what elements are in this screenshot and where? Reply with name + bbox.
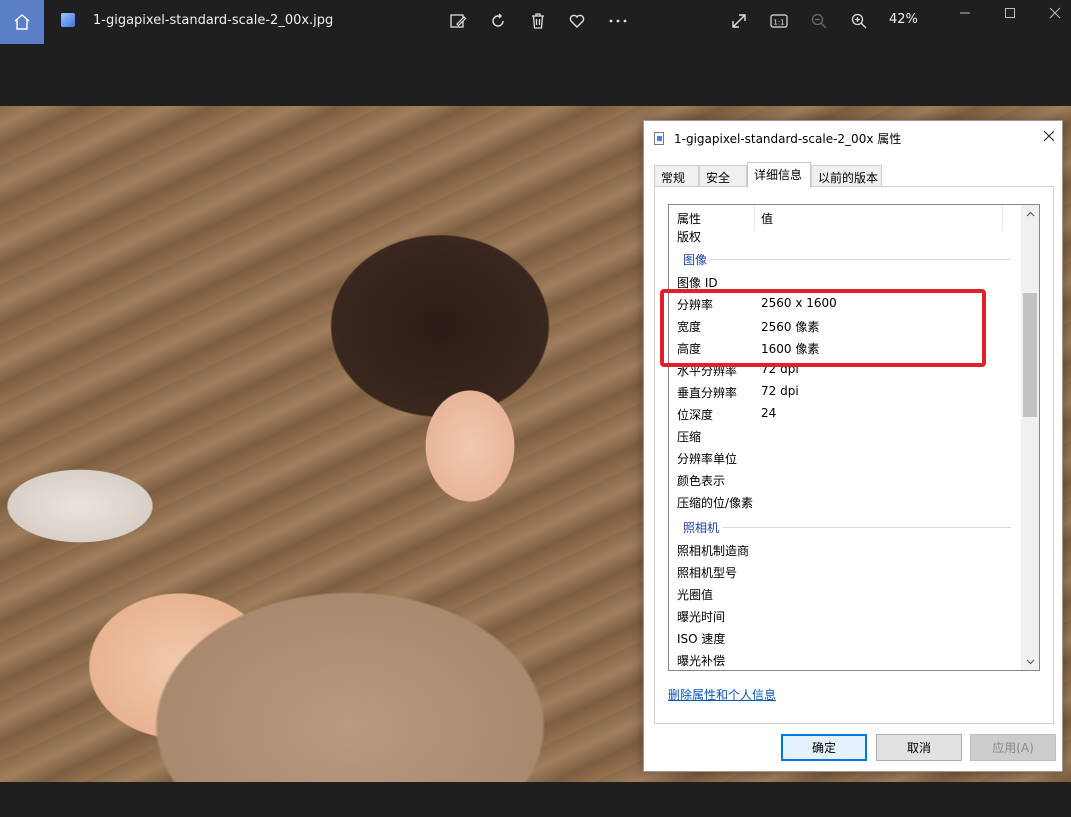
- list-item[interactable]: 照相机型号: [669, 561, 1021, 583]
- details-panel: 属性 值 版权 图像 图像 ID 分辨率 2560 x 1600 宽度 2560…: [654, 186, 1054, 724]
- list-item[interactable]: 颜色表示: [669, 469, 1021, 491]
- property-value: 2560 x 1600: [761, 296, 837, 310]
- list-item[interactable]: 位深度 24: [669, 403, 1021, 425]
- group-label: 图像: [683, 253, 708, 267]
- file-properties-icon: [654, 132, 664, 145]
- property-name: 光圈值: [677, 588, 714, 602]
- list-item[interactable]: 分辨率 2560 x 1600: [669, 293, 1021, 315]
- property-value: 2560 像素: [761, 320, 820, 334]
- property-name: 颜色表示: [677, 474, 726, 488]
- property-name: 位深度: [677, 408, 714, 422]
- property-list[interactable]: 属性 值 版权 图像 图像 ID 分辨率 2560 x 1600 宽度 2560…: [668, 204, 1040, 671]
- minimize-icon[interactable]: [955, 3, 975, 23]
- list-item[interactable]: 压缩: [669, 425, 1021, 447]
- property-name: 图像 ID: [677, 276, 718, 290]
- actual-size-label: 1:1: [773, 19, 784, 27]
- group-divider: [723, 527, 1011, 528]
- property-name: 曝光补偿: [677, 654, 726, 668]
- property-name: 分辨率单位: [677, 452, 738, 466]
- group-label: 照相机: [683, 521, 720, 535]
- property-name: 高度: [677, 342, 702, 356]
- property-value: 1600 像素: [761, 342, 820, 356]
- actual-size-icon[interactable]: 1:1: [769, 11, 789, 31]
- property-name: 压缩的位/像素: [677, 496, 754, 510]
- bottom-bar: [0, 782, 1071, 817]
- dialog-title: 1-gigapixel-standard-scale-2_00x 属性: [674, 132, 902, 146]
- scroll-up-icon[interactable]: [1021, 205, 1039, 222]
- list-item[interactable]: 高度 1600 像素: [669, 337, 1021, 359]
- close-icon: [1043, 130, 1055, 142]
- list-item[interactable]: 图像 ID: [669, 271, 1021, 293]
- zoom-in-icon[interactable]: [849, 11, 869, 31]
- group-header-camera: 照相机: [669, 516, 1021, 538]
- property-name: 照相机制造商: [677, 544, 750, 558]
- top-toolbar: 1-gigapixel-standard-scale-2_00x.jpg 1:1…: [0, 0, 1071, 44]
- property-value: 24: [761, 406, 777, 420]
- properties-dialog: 1-gigapixel-standard-scale-2_00x 属性 常规 安…: [643, 120, 1063, 772]
- property-value: 72 dpi: [761, 384, 799, 398]
- list-item[interactable]: ISO 速度: [669, 627, 1021, 649]
- list-item[interactable]: 曝光补偿: [669, 649, 1021, 670]
- more-icon[interactable]: [608, 11, 628, 31]
- tab-details[interactable]: 详细信息: [747, 162, 811, 188]
- vertical-scrollbar[interactable]: [1021, 205, 1039, 670]
- property-name: 照相机型号: [677, 566, 738, 580]
- tab-previous-versions[interactable]: 以前的版本: [811, 165, 882, 187]
- zoom-level[interactable]: 42%: [889, 12, 918, 27]
- delete-icon[interactable]: [528, 11, 548, 31]
- list-item[interactable]: 宽度 2560 像素: [669, 315, 1021, 337]
- list-item[interactable]: 照相机制造商: [669, 539, 1021, 561]
- scroll-down-icon[interactable]: [1021, 653, 1039, 670]
- remove-properties-link[interactable]: 删除属性和个人信息: [668, 686, 776, 703]
- property-name: 曝光时间: [677, 610, 726, 624]
- tab-general[interactable]: 常规: [654, 165, 699, 187]
- apply-button[interactable]: 应用(A): [970, 734, 1056, 761]
- property-name: 版权: [677, 230, 702, 244]
- property-name: 压缩: [677, 430, 702, 444]
- image-file-icon: [61, 13, 75, 27]
- property-value: 72 dpi: [761, 362, 799, 376]
- list-item[interactable]: 垂直分辨率 72 dpi: [669, 381, 1021, 403]
- property-name: 垂直分辨率: [677, 386, 738, 400]
- list-item[interactable]: 版权: [669, 225, 1021, 247]
- favorite-heart-icon[interactable]: [567, 11, 587, 31]
- group-header-image: 图像: [669, 248, 1021, 270]
- cancel-button[interactable]: 取消: [876, 734, 962, 761]
- close-icon[interactable]: [1045, 3, 1065, 23]
- list-item[interactable]: 光圈值: [669, 583, 1021, 605]
- property-name: ISO 速度: [677, 632, 726, 646]
- photo-viewer-app: 1-gigapixel-standard-scale-2_00x.jpg 1:1…: [0, 0, 1071, 817]
- file-name: 1-gigapixel-standard-scale-2_00x.jpg: [93, 13, 334, 28]
- maximize-icon[interactable]: [1000, 3, 1020, 23]
- property-name: 分辨率: [677, 298, 714, 312]
- property-name: 水平分辨率: [677, 364, 738, 378]
- dialog-close-button[interactable]: [1039, 126, 1059, 146]
- list-item[interactable]: 曝光时间: [669, 605, 1021, 627]
- list-item[interactable]: 水平分辨率 72 dpi: [669, 359, 1021, 381]
- zoom-out-icon[interactable]: [809, 11, 829, 31]
- list-item[interactable]: 压缩的位/像素: [669, 491, 1021, 513]
- scrollbar-thumb[interactable]: [1023, 293, 1037, 417]
- home-button[interactable]: [0, 0, 44, 44]
- tab-security[interactable]: 安全: [699, 165, 747, 187]
- list-item[interactable]: 分辨率单位: [669, 447, 1021, 469]
- edit-image-icon[interactable]: [448, 11, 468, 31]
- home-icon: [14, 14, 30, 30]
- rotate-icon[interactable]: [488, 11, 508, 31]
- property-name: 宽度: [677, 320, 702, 334]
- ok-button[interactable]: 确定: [781, 734, 867, 761]
- fullscreen-icon[interactable]: [729, 11, 749, 31]
- group-divider: [711, 259, 1011, 260]
